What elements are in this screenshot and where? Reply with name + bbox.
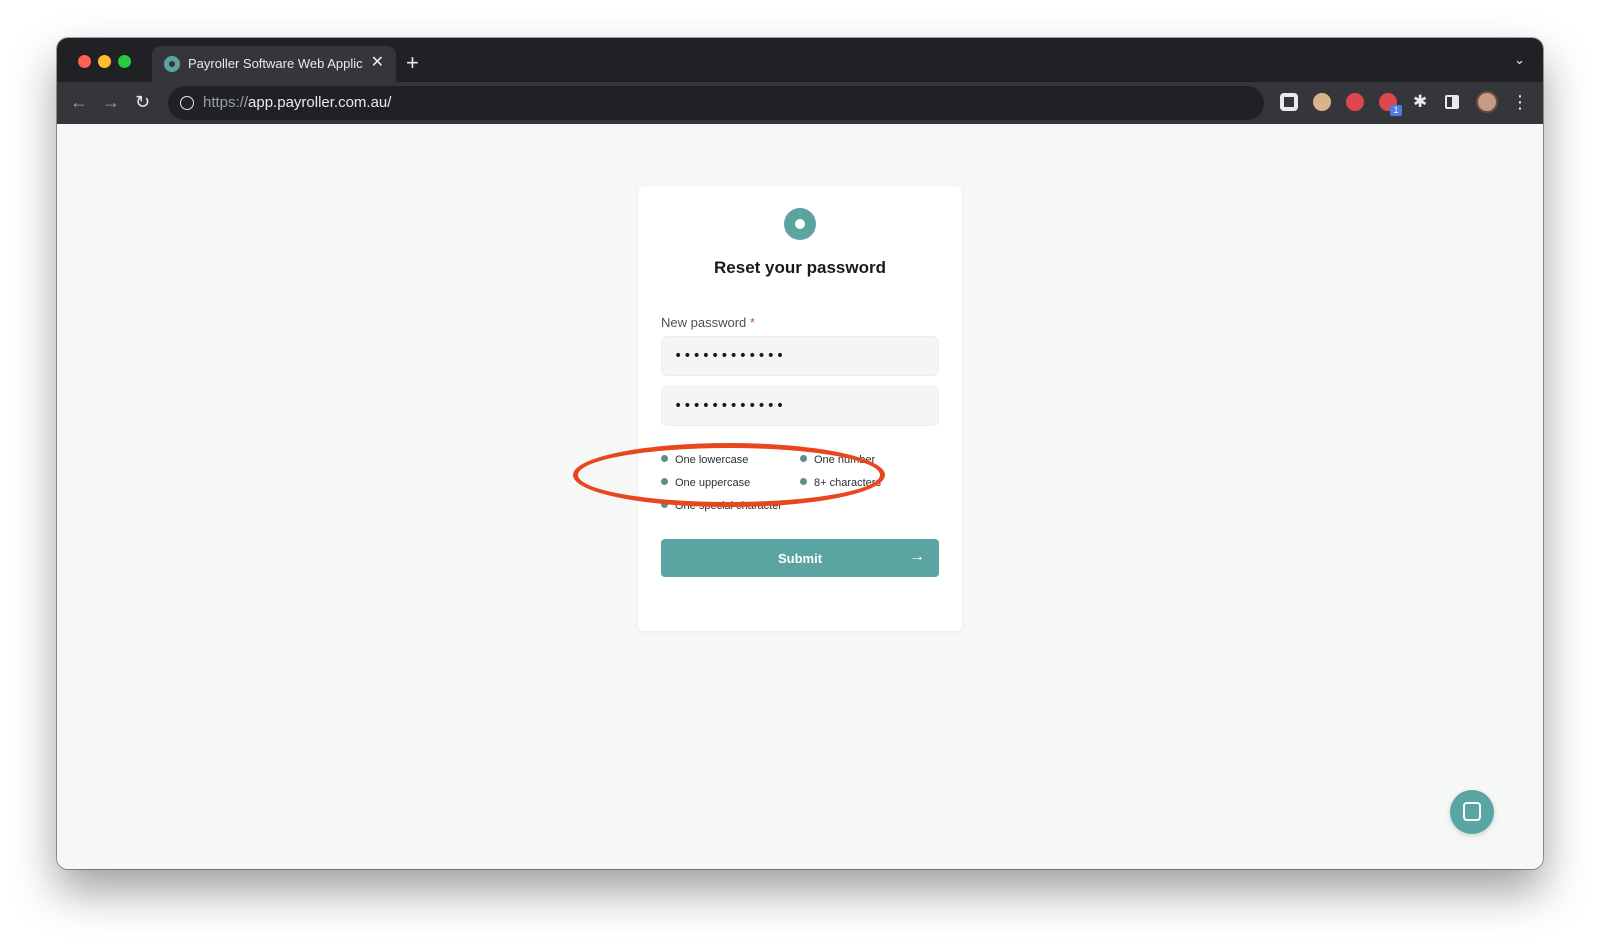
reset-password-card: Reset your password New password * One l… [638, 186, 962, 631]
requirement-dot-icon [800, 455, 807, 462]
tab-search-chevron-icon[interactable]: ⌄ [1514, 52, 1525, 68]
requirement-characters: 8+ characters [800, 477, 881, 489]
page-title: Reset your password [714, 258, 886, 277]
new-password-label-text: New password [661, 315, 747, 330]
profile-avatar[interactable] [1476, 91, 1498, 113]
requirement-dot-icon [661, 478, 668, 485]
requirement-uppercase-text: One uppercase [675, 477, 751, 489]
url-text[interactable]: https://app.payroller.com.au/ [203, 94, 391, 111]
browser-toolbar: ← → ↻ https://app.payroller.com.au/ 1 ✱ … [57, 82, 1543, 124]
browser-window: Payroller Software Web Applic ✕ + ⌄ ← → … [57, 38, 1543, 869]
browser-titlebar: Payroller Software Web Applic ✕ + ⌄ [57, 38, 1543, 82]
owl-extension-icon[interactable] [1313, 93, 1331, 111]
new-password-input[interactable] [661, 336, 939, 376]
site-info-icon[interactable] [180, 96, 194, 110]
payroller-logo-icon [784, 208, 816, 240]
page-viewport: Reset your password New password * One l… [57, 124, 1543, 869]
extension-badge-count: 1 [1390, 105, 1402, 116]
minimize-window-button[interactable] [98, 55, 111, 68]
requirement-dot-icon [800, 478, 807, 485]
tab-title: Payroller Software Web Applic [188, 56, 363, 71]
payroller-favicon-icon [164, 56, 180, 72]
url-scheme: https:// [203, 94, 249, 111]
submit-button-label: Submit [777, 550, 823, 566]
close-window-button[interactable] [78, 55, 91, 68]
requirement-special-text: One special character [675, 500, 782, 512]
side-panel-icon[interactable] [1445, 95, 1459, 109]
requirement-dot-icon [661, 501, 668, 508]
menu-kebab-icon[interactable]: ⋮ [1511, 91, 1529, 113]
address-bar[interactable]: https://app.payroller.com.au/ [168, 86, 1264, 120]
new-tab-button[interactable]: + [406, 51, 419, 75]
tab-close-icon[interactable]: ✕ [371, 54, 384, 72]
browser-tab-payroller[interactable]: Payroller Software Web Applic ✕ [152, 46, 396, 82]
chat-support-button[interactable] [1450, 790, 1494, 834]
qr-code-extension-icon[interactable] [1280, 93, 1298, 111]
arrow-right-icon: → [909, 548, 925, 565]
reload-icon[interactable]: ↻ [135, 91, 150, 113]
back-arrow-icon[interactable]: ← [70, 91, 88, 113]
requirement-lowercase-text: One lowercase [675, 454, 749, 466]
forward-arrow-icon[interactable]: → [102, 91, 120, 113]
required-marker: * [749, 315, 755, 330]
requirement-number: One number [800, 454, 875, 466]
requirement-uppercase: One uppercase [661, 477, 750, 489]
submit-button[interactable]: Submit → [661, 539, 939, 577]
requirement-number-text: One number [814, 454, 876, 466]
red-extension-icon[interactable] [1346, 93, 1364, 111]
requirement-characters-text: 8+ characters [814, 477, 881, 489]
requirement-lowercase: One lowercase [661, 454, 748, 466]
url-host: app.payroller.com.au/ [248, 94, 392, 111]
requirement-special: One special character [661, 500, 782, 512]
new-password-label: New password * [661, 315, 755, 330]
maximize-window-button[interactable] [118, 55, 131, 68]
requirement-dot-icon [661, 455, 668, 462]
puzzle-extensions-icon[interactable]: ✱ [1413, 93, 1431, 111]
confirm-password-input[interactable] [661, 386, 939, 426]
